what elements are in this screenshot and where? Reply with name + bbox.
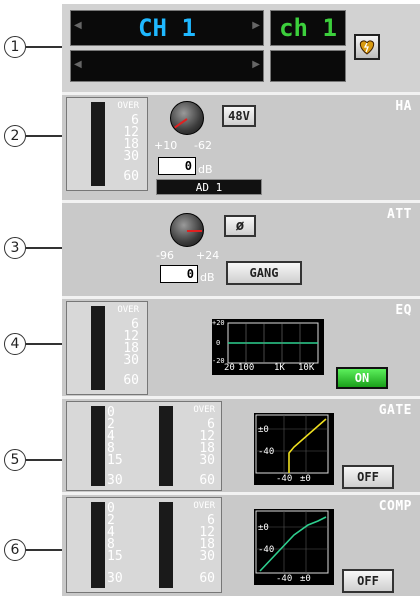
gate-off-button[interactable]: OFF — [342, 465, 394, 489]
scale-label: 30 — [107, 571, 123, 586]
att-section: ATT -96 +24 ø 0 dB GANG — [62, 200, 420, 296]
ha-meter-scale: OVER 6 12 18 30 60 — [109, 101, 139, 186]
heart-icon — [359, 40, 375, 55]
gang-button[interactable]: GANG — [226, 261, 302, 285]
gate-x-label: -40 — [276, 474, 293, 484]
callout-4: 4 — [4, 333, 26, 355]
phantom-48v-button[interactable]: 48V — [222, 105, 256, 127]
att-knob[interactable] — [170, 213, 204, 247]
ha-meter-box: OVER 6 12 18 30 60 — [66, 97, 148, 191]
scale-label: OVER — [193, 501, 215, 511]
comp-meter-box: 0 2 4 8 15 30 OVER 6 12 18 30 60 — [66, 497, 222, 593]
callout-1: 1 — [4, 36, 26, 58]
short-name-box[interactable]: ch 1 — [270, 10, 346, 46]
callout-3: 3 — [4, 237, 26, 259]
eq-x-label: 10K — [298, 363, 315, 373]
gate-meter-box: 0 2 4 8 15 30 OVER 6 12 18 30 60 — [66, 401, 222, 491]
right-arrow-icon[interactable]: ▶ — [252, 59, 260, 70]
eq-x-label: 1K — [274, 363, 285, 373]
scale-label: 60 — [199, 571, 215, 586]
comp-title: COMP — [378, 499, 412, 514]
gain-unit: dB — [198, 163, 213, 176]
scale-label: 30 — [123, 149, 139, 164]
comp-x-label: -40 — [276, 574, 293, 584]
scale-label: 30 — [199, 549, 215, 564]
recall-safe-button[interactable] — [354, 34, 380, 60]
gate-level-scale: OVER 6 12 18 30 60 — [175, 405, 215, 488]
short-name-2-box[interactable] — [270, 50, 346, 82]
gain-min-label: -62 — [194, 139, 212, 152]
phase-button[interactable]: ø — [224, 215, 256, 237]
short-name: ch 1 — [279, 14, 337, 42]
gate-title: GATE — [378, 403, 412, 418]
eq-meter-scale: OVER 6 12 18 30 60 — [109, 305, 139, 390]
gain-knob[interactable] — [170, 101, 204, 135]
gate-level-meter — [159, 406, 173, 486]
callout-6: 6 — [4, 539, 26, 561]
eq-title: EQ — [395, 303, 412, 318]
eq-x-label: 100 — [238, 363, 255, 373]
scale-label: 15 — [107, 453, 123, 468]
att-value-field[interactable]: 0 — [160, 265, 198, 283]
gain-value-field[interactable]: 0 — [158, 157, 196, 175]
eq-x-label: 20 — [224, 363, 235, 373]
gate-y-label: -40 — [258, 447, 275, 457]
eq-graph[interactable]: +20 0 -20 20 100 1K 10K — [212, 319, 324, 375]
left-arrow-icon[interactable]: ◀ — [74, 59, 82, 70]
comp-y-label: -40 — [258, 545, 275, 555]
gate-section: GATE 0 2 4 8 15 30 OVER 6 12 18 30 60 ±0… — [62, 396, 420, 492]
eq-meter-bar — [91, 306, 105, 390]
ha-title: HA — [395, 99, 412, 114]
scale-label: OVER — [117, 101, 139, 111]
comp-y-label: ±0 — [258, 523, 269, 533]
callout-2: 2 — [4, 125, 26, 147]
att-knob-pointer — [187, 230, 202, 232]
comp-off-button[interactable]: OFF — [342, 569, 394, 593]
gain-knob-pointer — [174, 118, 188, 129]
eq-meter-box: OVER 6 12 18 30 60 — [66, 301, 148, 395]
comp-level-scale: OVER 6 12 18 30 60 — [175, 501, 215, 588]
channel-name-2-box[interactable]: ◀ ▶ — [70, 50, 264, 82]
callout-1-leader — [26, 46, 64, 48]
att-title: ATT — [387, 207, 412, 222]
gate-graph[interactable]: ±0 -40 -40 ±0 — [254, 413, 334, 485]
gate-y-label: ±0 — [258, 425, 269, 435]
channel-header: ◀ CH 1 ▶ ◀ ▶ ch 1 — [62, 4, 420, 92]
comp-level-meter — [159, 502, 173, 588]
channel-name: CH 1 — [138, 14, 196, 42]
callout-5: 5 — [4, 449, 26, 471]
eq-section: EQ OVER 6 12 18 30 60 +20 0 -20 20 100 1… — [62, 296, 420, 396]
scale-label: 60 — [123, 169, 139, 184]
right-arrow-icon[interactable]: ▶ — [252, 20, 260, 31]
comp-graph[interactable]: ±0 -40 -40 ±0 — [254, 509, 334, 585]
input-patch-field[interactable]: AD 1 — [156, 179, 262, 195]
gate-x-label: ±0 — [300, 474, 311, 484]
ha-section: HA OVER 6 12 18 30 60 +10 -62 48V 0 dB A… — [62, 92, 420, 200]
comp-section: COMP 0 2 4 8 15 30 OVER 6 12 18 30 60 ±0… — [62, 492, 420, 596]
comp-x-label: ±0 — [300, 574, 311, 584]
scale-label: 15 — [107, 549, 123, 564]
att-max-label: +24 — [196, 249, 220, 262]
eq-y-label: +20 — [212, 319, 225, 327]
scale-label: 30 — [107, 473, 123, 488]
comp-reduction-meter — [91, 502, 105, 588]
comp-reduction-scale: 0 2 4 8 15 30 — [107, 502, 131, 588]
gate-reduction-scale: 0 2 4 8 15 30 — [107, 406, 131, 488]
scale-label: OVER — [193, 405, 215, 415]
eq-on-button[interactable]: ON — [336, 367, 388, 389]
callout-2-leader — [26, 135, 66, 137]
scale-label: 30 — [199, 453, 215, 468]
scale-label: 30 — [123, 353, 139, 368]
att-unit: dB — [200, 271, 215, 284]
ha-meter-bar — [91, 102, 105, 186]
att-min-label: -96 — [156, 249, 174, 262]
scale-label: OVER — [117, 305, 139, 315]
gate-reduction-meter — [91, 406, 105, 486]
eq-y-label: 0 — [216, 339, 221, 347]
gain-max-label: +10 — [154, 139, 178, 152]
scale-label: 60 — [199, 473, 215, 488]
eq-y-label: -20 — [212, 357, 225, 365]
scale-label: 60 — [123, 373, 139, 388]
channel-name-box[interactable]: ◀ CH 1 ▶ — [70, 10, 264, 46]
